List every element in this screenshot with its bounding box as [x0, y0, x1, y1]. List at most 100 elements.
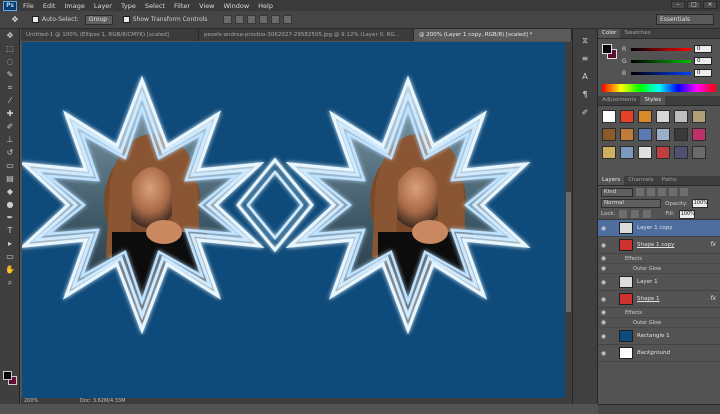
kind-filter-dropdown[interactable]: Kind	[601, 187, 633, 197]
lock-pixels-icon[interactable]	[619, 210, 628, 218]
style-swatch[interactable]	[602, 146, 616, 159]
layer-row-shape-1[interactable]: ◉ Shape 1 fx	[598, 291, 720, 308]
foreground-color-swatch[interactable]	[602, 44, 612, 54]
style-swatch[interactable]	[620, 110, 634, 123]
history-icon[interactable]: ⧖	[578, 35, 592, 47]
vertical-scrollbar[interactable]	[565, 42, 572, 398]
tab-channels[interactable]: Channels	[624, 176, 657, 185]
red-gradient[interactable]	[631, 47, 691, 51]
visibility-eye-icon[interactable]: ◉	[598, 319, 609, 326]
layer-row-layer-1[interactable]: ◉ Layer 1	[598, 274, 720, 291]
move-tool-icon[interactable]: ✥	[2, 30, 18, 42]
tab-adjustments[interactable]: Adjustments	[598, 96, 640, 105]
marquee-tool-icon[interactable]: ⬚	[2, 43, 18, 55]
shape-tool-icon[interactable]: ▭	[2, 251, 18, 263]
style-swatch[interactable]	[620, 128, 634, 141]
properties-icon[interactable]: ≡	[578, 53, 592, 65]
menu-layer[interactable]: Layer	[94, 2, 112, 10]
show-transform-checkbox[interactable]	[122, 16, 130, 23]
layer-row-background[interactable]: ◉ Background	[598, 345, 720, 362]
filter-shape-icon[interactable]	[669, 188, 677, 196]
blur-tool-icon[interactable]: ◆	[2, 186, 18, 198]
auto-select-checkbox[interactable]	[32, 16, 39, 23]
style-swatch[interactable]	[656, 146, 670, 159]
visibility-eye-icon[interactable]: ◉	[598, 225, 609, 232]
menu-select[interactable]: Select	[145, 2, 165, 10]
style-swatch[interactable]	[638, 110, 652, 123]
style-swatch[interactable]	[674, 110, 688, 123]
style-swatch[interactable]	[692, 146, 706, 159]
gradient-tool-icon[interactable]: ▤	[2, 173, 18, 185]
pen-tool-icon[interactable]: ✒	[2, 212, 18, 224]
visibility-eye-icon[interactable]: ◉	[598, 279, 609, 286]
menu-filter[interactable]: Filter	[174, 2, 190, 10]
menu-window[interactable]: Window	[224, 2, 250, 10]
align-top-icon[interactable]	[223, 15, 233, 24]
menu-help[interactable]: Help	[258, 2, 273, 10]
effects-row[interactable]: ◉ Effects	[598, 308, 720, 318]
visibility-eye-icon[interactable]: ◉	[598, 350, 609, 357]
zoom-tool-icon[interactable]: ⌕	[2, 277, 18, 289]
style-swatch[interactable]	[602, 110, 616, 123]
quick-select-tool-icon[interactable]: ✎	[2, 69, 18, 81]
visibility-eye-icon[interactable]: ◉	[598, 296, 609, 303]
visibility-eye-icon[interactable]: ◉	[598, 265, 609, 272]
zoom-level[interactable]: 200%	[24, 398, 38, 404]
layer-row-shape-1-copy[interactable]: ◉ Shape 1 copy fx	[598, 237, 720, 254]
style-swatch[interactable]	[638, 128, 652, 141]
style-swatch[interactable]	[692, 128, 706, 141]
opacity-input[interactable]: 100%	[691, 199, 708, 208]
menu-view[interactable]: View	[199, 2, 214, 10]
fx-icon[interactable]: fx	[710, 295, 716, 302]
style-swatch[interactable]	[692, 110, 706, 123]
style-swatch[interactable]	[674, 146, 688, 159]
style-swatch[interactable]	[620, 146, 634, 159]
red-slider[interactable]: R 0	[622, 44, 718, 54]
visibility-eye-icon[interactable]: ◉	[598, 242, 609, 249]
menu-type[interactable]: Type	[121, 2, 136, 10]
type-tool-icon[interactable]: T	[2, 225, 18, 237]
brush-tool-icon[interactable]: ✐	[2, 121, 18, 133]
blue-slider[interactable]: B 0	[622, 68, 718, 78]
brush-preset-icon[interactable]: ✐	[578, 107, 592, 119]
visibility-eye-icon[interactable]: ◉	[598, 255, 609, 262]
blue-gradient[interactable]	[631, 71, 691, 75]
crop-tool-icon[interactable]: ⌗	[2, 82, 18, 94]
doc-tab-untitled[interactable]: Untitled-1 @ 100% (Ellipse 1, RGB/8/CMYK…	[21, 29, 199, 41]
menu-image[interactable]: Image	[64, 2, 84, 10]
doc-tab-active[interactable]: @ 200% (Layer 1 copy, RGB/8) [scaled] *	[414, 29, 572, 41]
effect-row-outer-glow[interactable]: ◉ Outer Glow	[598, 318, 720, 328]
path-select-tool-icon[interactable]: ▸	[2, 238, 18, 250]
effects-row[interactable]: ◉ Effects	[598, 254, 720, 264]
green-gradient[interactable]	[631, 59, 691, 63]
layer-row-layer-1-copy[interactable]: ◉ Layer 1 copy	[598, 220, 720, 237]
filter-smart-object-icon[interactable]	[680, 188, 688, 196]
auto-select-dropdown[interactable]: Group	[84, 14, 113, 25]
style-swatch[interactable]	[602, 128, 616, 141]
green-slider[interactable]: G 0	[622, 56, 718, 66]
eyedropper-tool-icon[interactable]: ⁄	[2, 95, 18, 107]
paragraph-icon[interactable]: ¶	[578, 89, 592, 101]
visibility-eye-icon[interactable]: ◉	[598, 309, 609, 316]
align-left-icon[interactable]	[259, 15, 269, 24]
fx-icon[interactable]: fx	[710, 241, 716, 248]
dodge-tool-icon[interactable]: ●	[2, 199, 18, 211]
blend-mode-dropdown[interactable]: Normal	[601, 199, 661, 208]
visibility-eye-icon[interactable]: ◉	[598, 333, 609, 340]
filter-pixel-icon[interactable]	[636, 188, 644, 196]
filter-type-icon[interactable]	[658, 188, 666, 196]
close-button[interactable]: ×	[703, 1, 717, 9]
align-bottom-icon[interactable]	[247, 15, 257, 24]
layer-row-rectangle-1[interactable]: ◉ Rectangle 1	[598, 328, 720, 345]
lasso-tool-icon[interactable]: ◌	[2, 56, 18, 68]
green-value[interactable]: 0	[694, 57, 712, 65]
move-tool-icon[interactable]: ✥	[6, 14, 24, 26]
fill-input[interactable]: 100%	[678, 209, 695, 219]
foreground-color-swatch[interactable]	[3, 371, 12, 380]
effect-row-outer-glow[interactable]: ◉ Outer Glow	[598, 264, 720, 274]
align-middle-icon[interactable]	[235, 15, 245, 24]
tab-swatches[interactable]: Swatches	[620, 29, 654, 38]
clone-stamp-tool-icon[interactable]: ⊥	[2, 134, 18, 146]
minimize-button[interactable]: –	[671, 1, 685, 9]
blue-value[interactable]: 0	[694, 69, 712, 77]
